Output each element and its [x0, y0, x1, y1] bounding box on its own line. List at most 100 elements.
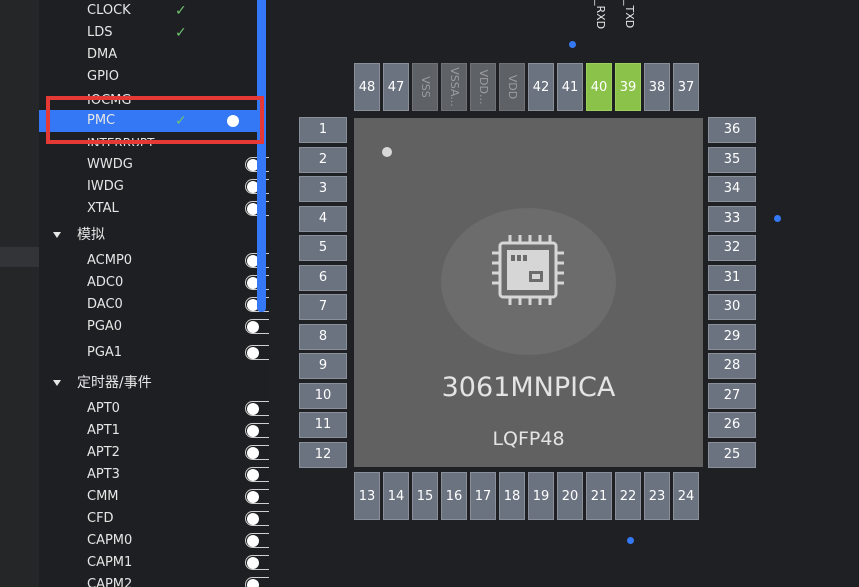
enable-toggle[interactable] — [245, 401, 269, 416]
pin-32[interactable]: 32 — [708, 235, 756, 261]
pin-27[interactable]: 27 — [708, 382, 756, 409]
pin-11[interactable]: 11 — [299, 412, 347, 438]
pin-21[interactable]: 21 — [586, 472, 612, 520]
sidebar-item-label: APT3 — [87, 467, 120, 482]
toggle-knob — [247, 424, 259, 437]
check-icon: ✓ — [175, 3, 187, 19]
left-strip-selected-row[interactable] — [0, 247, 39, 267]
pin-17[interactable]: 17 — [470, 472, 496, 520]
toggle-knob — [247, 320, 259, 333]
sidebar-item-acmp0[interactable]: ACMP0 — [87, 250, 269, 272]
sidebar-item-dma[interactable]: DMA — [87, 44, 269, 66]
pin-1[interactable]: 1 — [299, 117, 347, 143]
pin-20[interactable]: 20 — [557, 472, 583, 520]
pin-13[interactable]: 13 — [354, 472, 380, 520]
sidebar-item-capm1[interactable]: CAPM1 — [87, 552, 269, 574]
enable-toggle[interactable] — [245, 345, 269, 360]
pin-9[interactable]: 9 — [299, 353, 347, 379]
sidebar-item-capm0[interactable]: CAPM0 — [87, 530, 269, 552]
pin-37[interactable]: 37 — [673, 63, 699, 111]
pmc-highlight-box — [46, 96, 264, 144]
pin-12[interactable]: 12 — [299, 441, 347, 468]
pin-33[interactable]: 33 — [708, 205, 756, 232]
sidebar-item-apt3[interactable]: APT3 — [87, 464, 269, 486]
pin-23[interactable]: 23 — [644, 472, 670, 520]
sidebar-item-lds[interactable]: LDS ✓ — [87, 22, 269, 44]
pin-36[interactable]: 36 — [708, 117, 756, 143]
sidebar-scrollbar[interactable] — [257, 0, 266, 312]
pin-24[interactable]: 24 — [673, 472, 699, 520]
pin-6[interactable]: 6 — [299, 264, 347, 291]
pin-28[interactable]: 28 — [708, 353, 756, 379]
chip-icon — [441, 208, 616, 355]
enable-toggle[interactable] — [245, 489, 269, 504]
sidebar-item-label: CAPM0 — [87, 533, 133, 548]
toggle-knob — [247, 490, 259, 503]
pin-14[interactable]: 14 — [383, 472, 409, 520]
sidebar-item-apt2[interactable]: APT2 — [87, 442, 269, 464]
collapse-triangle-icon[interactable] — [53, 380, 61, 386]
sidebar-item-pga1[interactable]: PGA1 — [87, 342, 269, 364]
pin-25[interactable]: 25 — [708, 441, 756, 468]
enable-toggle[interactable] — [245, 319, 269, 334]
chip-part-number: 3061MNPICA — [441, 372, 616, 403]
sidebar-item-apt0[interactable]: APT0 — [87, 398, 269, 420]
pin-35[interactable]: 35 — [708, 146, 756, 173]
pin-42[interactable]: 42 — [528, 63, 554, 111]
pin-31[interactable]: 31 — [708, 264, 756, 291]
sidebar-item-cmm[interactable]: CMM — [87, 486, 269, 508]
enable-toggle[interactable] — [245, 577, 269, 587]
sidebar-item-dac0[interactable]: DAC0 — [87, 294, 269, 316]
enable-toggle[interactable] — [245, 555, 269, 570]
enable-toggle[interactable] — [245, 423, 269, 438]
toggle-knob — [247, 446, 259, 459]
pin-2[interactable]: 2 — [299, 146, 347, 173]
pin-39[interactable]: 39 — [615, 63, 641, 111]
sidebar-item-apt1[interactable]: APT1 — [87, 420, 269, 442]
sidebar-item-iwdg[interactable]: IWDG — [87, 176, 269, 198]
pin-48[interactable]: 48 — [354, 63, 380, 111]
pin-41[interactable]: 41 — [557, 63, 583, 111]
sidebar-item-label: DAC0 — [87, 297, 123, 312]
sidebar-item-label: PGA1 — [87, 345, 123, 360]
pin-15[interactable]: 15 — [412, 472, 438, 520]
pin-signal-label: _RXD — [594, 0, 607, 30]
sidebar-item-capm2[interactable]: CAPM2 — [87, 574, 269, 587]
pin-40[interactable]: 40 — [586, 63, 612, 111]
pin-38[interactable]: 38 — [644, 63, 670, 111]
check-icon: ✓ — [175, 25, 187, 41]
pin-26[interactable]: 26 — [708, 412, 756, 438]
pin-29[interactable]: 29 — [708, 323, 756, 350]
pin-10[interactable]: 10 — [299, 382, 347, 409]
pin-5[interactable]: 5 — [299, 235, 347, 261]
pin1-indicator — [382, 147, 392, 157]
collapse-triangle-icon[interactable] — [53, 232, 61, 238]
left-strip — [0, 0, 39, 587]
pin-7[interactable]: 7 — [299, 294, 347, 320]
pin-34[interactable]: 34 — [708, 176, 756, 202]
sidebar-item-gpio[interactable]: GPIO — [87, 66, 269, 88]
pin-3[interactable]: 3 — [299, 176, 347, 202]
enable-toggle[interactable] — [245, 511, 269, 526]
pin-16[interactable]: 16 — [441, 472, 467, 520]
pin-4[interactable]: 4 — [299, 205, 347, 232]
pin-19[interactable]: 19 — [528, 472, 554, 520]
enable-toggle[interactable] — [245, 533, 269, 548]
sidebar-item-clock[interactable]: CLOCK ✓ — [87, 0, 269, 22]
sidebar-item-label: GPIO — [87, 69, 119, 84]
sidebar-item-pga0[interactable]: PGA0 — [87, 316, 269, 338]
enable-toggle[interactable] — [245, 445, 269, 460]
pin-8[interactable]: 8 — [299, 323, 347, 350]
side-marker-dot — [774, 215, 781, 222]
pin-22[interactable]: 22 — [615, 472, 641, 520]
sidebar-item-cfd[interactable]: CFD — [87, 508, 269, 530]
sidebar-item-xtal[interactable]: XTAL — [87, 198, 269, 220]
pin-30[interactable]: 30 — [708, 294, 756, 320]
enable-toggle[interactable] — [245, 467, 269, 482]
sidebar-item-wwdg[interactable]: WWDG — [87, 154, 269, 176]
sidebar-item-label: CMM — [87, 489, 119, 504]
sidebar-item-adc0[interactable]: ADC0 — [87, 272, 269, 294]
side-marker-dot — [569, 41, 576, 48]
pin-vdd[interactable]: VDD — [499, 63, 525, 111]
pin-18[interactable]: 18 — [499, 472, 525, 520]
